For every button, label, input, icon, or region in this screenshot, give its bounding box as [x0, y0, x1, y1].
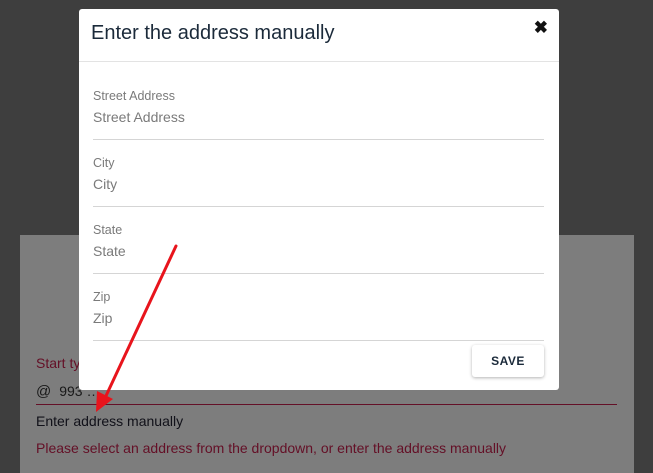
annotation-arrow-icon — [96, 244, 178, 412]
